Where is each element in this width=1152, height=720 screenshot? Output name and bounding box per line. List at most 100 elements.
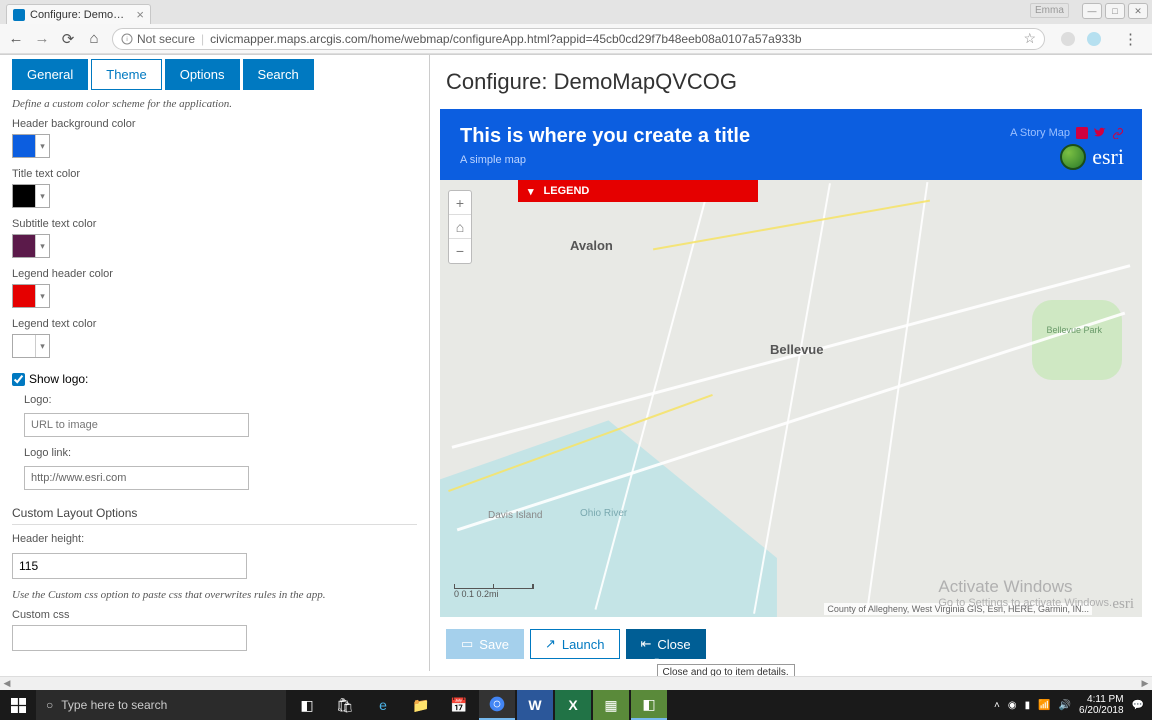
link-icon[interactable] (1112, 127, 1124, 139)
esri-watermark: esri (1112, 596, 1134, 613)
label-header-height: Header height: (12, 533, 417, 545)
tray-location-icon[interactable]: ◉ (1008, 700, 1017, 711)
preview-subtitle: A simple map (460, 154, 1122, 166)
app-explorer-icon[interactable]: 📁 (403, 690, 439, 720)
header-height-input[interactable] (12, 553, 247, 579)
map-city-label: Bellevue (770, 342, 823, 357)
twitter-icon[interactable] (1094, 127, 1106, 139)
label-legend-text: Legend text color (12, 318, 417, 330)
tray-wifi-icon[interactable]: 📶 (1038, 700, 1050, 711)
map-park-label: Bellevue Park (1046, 325, 1102, 335)
taskbar-clock[interactable]: 4:11 PM 6/20/2018 (1079, 694, 1124, 716)
address-bar[interactable]: i Not secure | civicmapper.maps.arcgis.c… (112, 28, 1045, 50)
taskbar-search[interactable]: ○ Type here to search (36, 690, 286, 720)
task-view-icon[interactable]: ◧ (289, 690, 325, 720)
launch-button[interactable]: ↗ Launch (530, 629, 620, 659)
chevron-down-icon[interactable]: ▾ (35, 135, 49, 157)
config-panel: General Theme Options Search Define a cu… (0, 55, 430, 671)
chevron-down-icon[interactable]: ▾ (35, 285, 49, 307)
label-header-bg: Header background color (12, 118, 417, 130)
logo-url-input[interactable] (24, 413, 249, 437)
label-subtitle-text: Subtitle text color (12, 218, 417, 230)
extension-icon[interactable] (1061, 32, 1075, 46)
nav-forward-icon[interactable]: → (34, 30, 50, 47)
nav-reload-icon[interactable]: ⟳ (60, 30, 76, 48)
label-logo: Logo: (24, 394, 417, 406)
custom-css-input[interactable] (12, 625, 247, 651)
window-close[interactable]: ✕ (1128, 3, 1148, 19)
nav-home-icon[interactable]: ⌂ (86, 30, 102, 47)
start-button[interactable] (0, 698, 36, 713)
insecure-badge[interactable]: i Not secure (121, 32, 195, 46)
app-excel-icon[interactable]: X (555, 690, 591, 720)
color-picker-title-text[interactable]: ▾ (12, 184, 50, 208)
window-minimize[interactable]: — (1082, 3, 1102, 19)
map-preview[interactable]: ▾ LEGEND + ⌂ − Avalon Bellevue Davis Isl… (440, 180, 1142, 617)
chevron-down-icon: ▾ (528, 185, 534, 198)
color-picker-subtitle-text[interactable]: ▾ (12, 234, 50, 258)
app-edge-icon[interactable]: e (365, 690, 401, 720)
browser-tab-bar: Emma — □ ✕ Configure: DemoMapQV × (0, 0, 1152, 24)
window-maximize[interactable]: □ (1105, 3, 1125, 19)
save-icon: ▭ (461, 636, 473, 652)
horizontal-scrollbar[interactable]: ◀▶ (0, 676, 1152, 690)
chevron-down-icon[interactable]: ▾ (35, 235, 49, 257)
logo-link-input[interactable] (24, 466, 249, 490)
browser-menu-icon[interactable]: ⋮ (1117, 30, 1144, 48)
globe-icon (1060, 144, 1086, 170)
color-picker-legend-text[interactable]: ▾ (12, 334, 50, 358)
color-picker-header-bg[interactable]: ▾ (12, 134, 50, 158)
tray-chevron-icon[interactable]: ˄ (994, 700, 1000, 711)
label-custom-css: Custom css (12, 609, 417, 621)
save-button[interactable]: ▭ Save (446, 629, 524, 659)
nav-back-icon[interactable]: ← (8, 30, 24, 47)
tab-close-icon[interactable]: × (136, 7, 144, 22)
launch-icon: ↗ (545, 636, 556, 652)
windows-icon (11, 698, 26, 713)
tab-general[interactable]: General (12, 59, 88, 90)
app-word-icon[interactable]: W (517, 690, 553, 720)
tab-search[interactable]: Search (243, 59, 314, 90)
zoom-in-button[interactable]: + (449, 191, 471, 215)
preview-banner: This is where you create a title A simpl… (440, 109, 1142, 180)
map-city-label: Avalon (570, 238, 613, 253)
chevron-down-icon[interactable]: ▾ (35, 185, 49, 207)
app-chrome-icon[interactable] (479, 690, 515, 720)
tab-options[interactable]: Options (165, 59, 240, 90)
windows-taskbar: ○ Type here to search ◧ 🛍 e 📁 📅 W X ▦ ◧ … (0, 690, 1152, 720)
app-store-icon[interactable]: 🛍 (327, 690, 363, 720)
activate-windows-watermark: Activate Windows Go to Settings to activ… (938, 577, 1112, 609)
esri-logo: esri (1060, 144, 1124, 170)
label-logo-link: Logo link: (24, 447, 417, 459)
section-custom-layout: Custom Layout Options (12, 506, 417, 520)
tab-title: Configure: DemoMapQV (30, 9, 131, 21)
scale-bar: 0 0.1 0.2mi (454, 584, 534, 599)
browser-tab[interactable]: Configure: DemoMapQV × (6, 4, 151, 24)
close-button[interactable]: ⇤ Close ↖ Close and go to item details. (626, 629, 706, 659)
profile-badge: Emma (1030, 3, 1069, 18)
tab-theme[interactable]: Theme (91, 59, 161, 90)
color-picker-legend-header[interactable]: ▾ (12, 284, 50, 308)
app-generic-icon[interactable]: ▦ (593, 690, 629, 720)
tray-volume-icon[interactable]: 🔊 (1059, 700, 1071, 711)
app-calendar-icon[interactable]: 📅 (441, 690, 477, 720)
page-title: Configure: DemoMapQVCOG (446, 69, 1136, 95)
bookmark-star-icon[interactable]: ☆ (1023, 30, 1036, 47)
label-legend-header: Legend header color (12, 268, 417, 280)
legend-toggle[interactable]: ▾ LEGEND (518, 180, 758, 202)
label-title-text: Title text color (12, 168, 417, 180)
extension-icon[interactable] (1087, 32, 1101, 46)
zoom-out-button[interactable]: − (449, 239, 471, 263)
story-map-link[interactable]: A Story Map (1010, 127, 1070, 139)
favicon-icon (13, 9, 25, 21)
chevron-down-icon[interactable]: ▾ (35, 335, 49, 357)
home-extent-button[interactable]: ⌂ (449, 215, 471, 239)
app-camtasia-icon[interactable]: ◧ (631, 690, 667, 720)
label-show-logo: Show logo: (29, 372, 88, 386)
notifications-icon[interactable]: 💬 (1132, 700, 1144, 711)
show-logo-checkbox[interactable] (12, 373, 25, 386)
close-icon: ⇤ (641, 636, 652, 652)
facebook-icon[interactable] (1076, 127, 1088, 139)
cortana-icon: ○ (46, 698, 53, 712)
tray-battery-icon[interactable]: ▮ (1025, 700, 1031, 711)
